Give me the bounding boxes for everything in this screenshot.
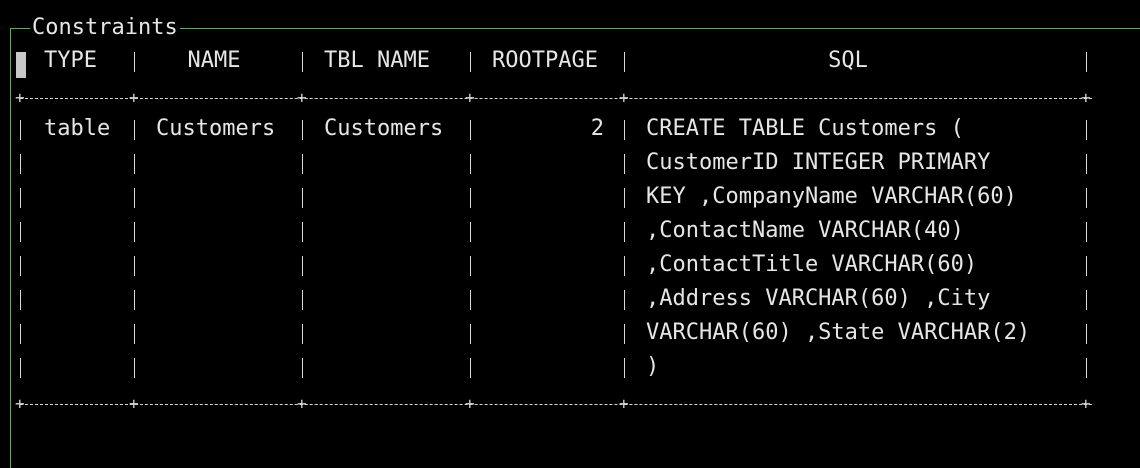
column-divider [302, 222, 303, 242]
column-divider [624, 256, 625, 276]
column-divider [624, 52, 625, 72]
grid-junction: + [297, 88, 307, 107]
column-divider [134, 358, 135, 378]
column-divider [20, 154, 21, 174]
column-divider [134, 188, 135, 208]
column-divider [134, 256, 135, 276]
column-divider [470, 222, 471, 242]
column-divider [1086, 324, 1087, 344]
grid-junction: + [465, 394, 475, 413]
column-divider [624, 188, 625, 208]
grid-junction: + [465, 88, 475, 107]
sql-line: ,Address VARCHAR(60) ,City [646, 286, 991, 311]
column-divider [624, 120, 625, 140]
grid-junction: + [619, 394, 629, 413]
panel-title: Constraints [30, 14, 180, 42]
column-header-name: NAME [187, 48, 241, 73]
column-divider [1086, 52, 1087, 72]
column-header-type: TYPE [44, 48, 97, 73]
column-divider [20, 324, 21, 344]
column-divider [1086, 256, 1087, 276]
column-divider [134, 222, 135, 242]
column-divider [20, 188, 21, 208]
column-divider [1086, 290, 1087, 310]
column-divider [1086, 222, 1087, 242]
column-divider [302, 154, 303, 174]
column-divider [470, 120, 471, 140]
column-divider [624, 154, 625, 174]
sql-line: ) [646, 354, 660, 379]
column-divider [134, 324, 135, 344]
column-divider [20, 222, 21, 242]
grid-junction: + [15, 88, 25, 107]
column-divider [302, 188, 303, 208]
column-divider [20, 120, 21, 140]
column-divider [134, 290, 135, 310]
column-divider [624, 290, 625, 310]
column-divider [470, 290, 471, 310]
text-cursor [16, 52, 26, 78]
column-divider [1086, 120, 1087, 140]
column-divider [1086, 188, 1087, 208]
column-divider [302, 290, 303, 310]
column-divider [302, 52, 303, 72]
column-divider [624, 222, 625, 242]
column-divider [302, 120, 303, 140]
column-divider [20, 256, 21, 276]
cell-name: Customers [156, 116, 276, 141]
column-header-rootpage: ROOTPAGE [492, 48, 598, 73]
column-divider [624, 358, 625, 378]
column-divider [302, 256, 303, 276]
column-divider [470, 256, 471, 276]
grid-junction: + [297, 394, 307, 413]
grid-junction: + [129, 394, 139, 413]
grid-junction: + [1081, 88, 1091, 107]
grid-junction: + [1081, 394, 1091, 413]
sql-line: CustomerID INTEGER PRIMARY [646, 150, 991, 175]
column-divider [134, 154, 135, 174]
column-divider [470, 154, 471, 174]
sql-line: ,ContactName VARCHAR(40) [646, 218, 964, 243]
grid-junction: + [15, 394, 25, 413]
column-divider [1086, 154, 1087, 174]
cell-rootpage: 2 [590, 116, 604, 141]
footer-separator-line [20, 404, 1092, 405]
sql-line: VARCHAR(60) ,State VARCHAR(2) [646, 320, 1031, 345]
header-separator-line [20, 98, 1092, 99]
column-divider [20, 290, 21, 310]
column-divider [20, 358, 21, 378]
column-divider [624, 324, 625, 344]
cell-tbl-name: Customers [324, 116, 444, 141]
grid-junction: + [129, 88, 139, 107]
column-divider [470, 188, 471, 208]
column-header-sql: SQL [828, 48, 868, 73]
grid-junction: + [619, 88, 629, 107]
sql-line: ,ContactTitle VARCHAR(60) [646, 252, 978, 277]
column-divider [470, 52, 471, 72]
sql-line: CREATE TABLE Customers ( [646, 116, 964, 141]
column-header-tbl-name: TBL NAME [324, 48, 430, 73]
cell-type: table [44, 116, 111, 141]
column-divider [134, 120, 135, 140]
sql-line: KEY ,CompanyName VARCHAR(60) [646, 184, 1017, 209]
column-divider [302, 358, 303, 378]
column-divider [134, 52, 135, 72]
column-divider [470, 324, 471, 344]
column-divider [470, 358, 471, 378]
column-divider [1086, 358, 1087, 378]
column-divider [302, 324, 303, 344]
